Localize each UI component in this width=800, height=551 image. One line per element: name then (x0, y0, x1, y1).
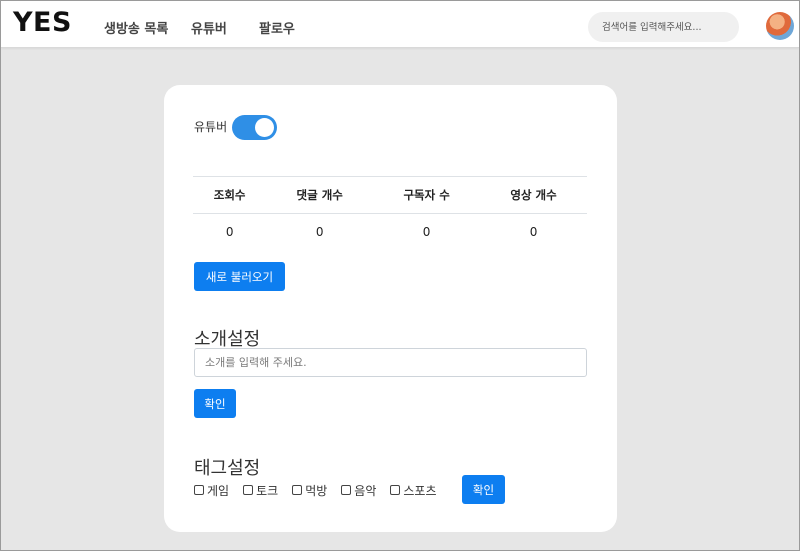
tag-checkbox-talk[interactable]: 토크 (243, 482, 278, 499)
youtuber-toggle-label: 유튜버 (194, 120, 228, 134)
intro-input[interactable] (194, 348, 587, 377)
checkbox-icon[interactable] (292, 485, 303, 495)
toggle-knob (255, 118, 274, 137)
stats-header-videos: 영상 개수 (480, 176, 587, 214)
tag-checkbox-list: 게임 토크 먹방 음악 스포츠 (194, 480, 451, 500)
stats-value-comments: 0 (315, 225, 324, 240)
stats-value-videos: 0 (529, 225, 538, 240)
tag-checkbox-mukbang[interactable]: 먹방 (292, 482, 327, 499)
tag-label: 음악 (354, 483, 377, 498)
stats-header-comments: 댓글 개수 (266, 176, 374, 214)
tags-confirm-button[interactable]: 확인 (462, 475, 505, 504)
nav-youtuber[interactable]: 유튜버 (191, 18, 227, 37)
stats-value-subscribers: 0 (422, 225, 431, 240)
nav-live-list[interactable]: 생방송 목록 (104, 18, 168, 37)
logo[interactable]: YES (13, 7, 72, 38)
top-navbar: YES 생방송 목록 유튜버 팔로우 (1, 1, 799, 48)
refresh-button[interactable]: 새로 불러오기 (194, 262, 285, 291)
tag-checkbox-game[interactable]: 게임 (194, 482, 229, 499)
checkbox-icon[interactable] (390, 485, 401, 495)
checkbox-icon[interactable] (194, 485, 204, 495)
table-row: 0 0 0 0 (193, 214, 587, 251)
tag-label: 토크 (256, 483, 279, 498)
tag-checkbox-music[interactable]: 음악 (341, 482, 376, 499)
stats-header-views: 조회수 (193, 176, 267, 214)
tags-section-title: 태그설정 (194, 458, 261, 479)
nav-follow[interactable]: 팔로우 (259, 18, 295, 37)
tag-label: 스포츠 (403, 483, 437, 498)
intro-confirm-button[interactable]: 확인 (194, 389, 236, 418)
checkbox-icon[interactable] (341, 485, 352, 495)
stats-table: 조회수 댓글 개수 구독자 수 영상 개수 0 0 0 0 (193, 176, 587, 251)
youtuber-toggle[interactable] (232, 115, 277, 140)
tag-label: 먹방 (305, 483, 328, 498)
tag-checkbox-sports[interactable]: 스포츠 (390, 482, 437, 499)
stats-header-subscribers: 구독자 수 (373, 176, 481, 214)
stats-value-views: 0 (225, 225, 234, 240)
avatar[interactable] (766, 12, 794, 40)
checkbox-icon[interactable] (243, 485, 254, 495)
search-input[interactable] (588, 12, 739, 42)
settings-card: 유튜버 조회수 댓글 개수 구독자 수 영상 개수 0 0 0 0 새로 불러오… (164, 85, 617, 532)
tag-label: 게임 (207, 483, 230, 498)
